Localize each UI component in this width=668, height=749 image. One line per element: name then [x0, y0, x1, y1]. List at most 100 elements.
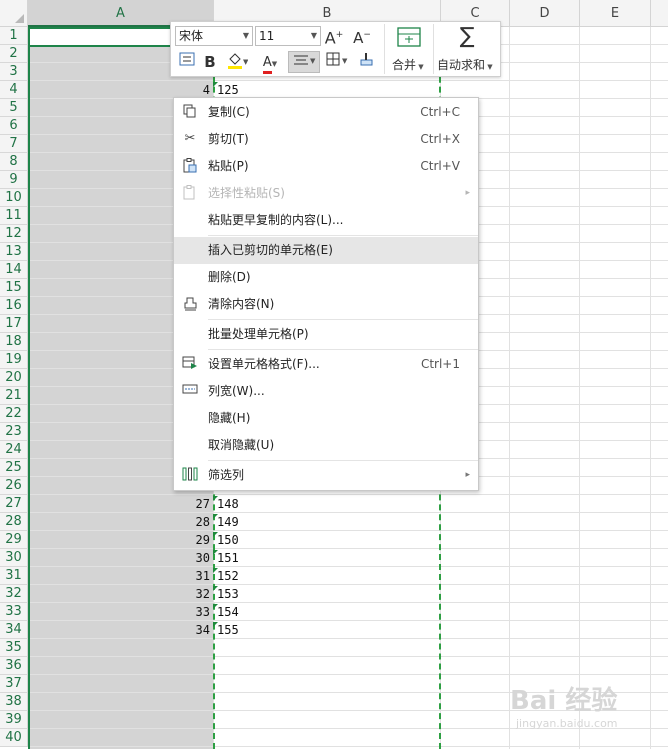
copy-icon — [182, 104, 198, 120]
row-header[interactable]: 26 — [0, 477, 28, 495]
row-header[interactable]: 13 — [0, 243, 28, 261]
menu-item-delete[interactable]: 删除(D) — [174, 264, 478, 291]
cell-b-value[interactable]: 154 — [217, 603, 239, 621]
row-header[interactable]: 6 — [0, 117, 28, 135]
row-header[interactable]: 38 — [0, 693, 28, 711]
grow-font-icon: A — [324, 28, 336, 48]
row-header[interactable]: 5 — [0, 99, 28, 117]
cell-b-value[interactable]: 149 — [217, 513, 239, 531]
font-color-button[interactable]: A▼ — [256, 51, 284, 74]
row-header[interactable]: 3 — [0, 63, 28, 81]
column-header-e[interactable]: E — [580, 0, 651, 27]
align-button[interactable]: ▼ — [288, 51, 320, 73]
row-header[interactable]: 23 — [0, 423, 28, 441]
menu-item-format-cells[interactable]: 设置单元格格式(F)... Ctrl+1 — [174, 351, 478, 378]
row-header[interactable]: 29 — [0, 531, 28, 549]
row-header[interactable]: 31 — [0, 567, 28, 585]
row-header[interactable]: 8 — [0, 153, 28, 171]
cell-a-value[interactable]: 28 — [28, 513, 210, 531]
row-header[interactable]: 33 — [0, 603, 28, 621]
grid-vline — [579, 27, 580, 749]
column-width-icon — [182, 383, 198, 399]
row-header[interactable]: 35 — [0, 639, 28, 657]
toolbar-separator — [384, 24, 385, 74]
row-header[interactable]: 10 — [0, 189, 28, 207]
menu-item-cut[interactable]: ✂ 剪切(T) Ctrl+X — [174, 126, 478, 153]
menu-item-copy[interactable]: 复制(C) Ctrl+C — [174, 99, 478, 126]
chevron-right-icon: ▸ — [465, 188, 470, 198]
font-size-select[interactable]: 11 ▼ — [255, 26, 321, 46]
row-header[interactable]: 9 — [0, 171, 28, 189]
row-header[interactable]: 12 — [0, 225, 28, 243]
chevron-down-icon: ▼ — [271, 60, 278, 68]
cell-a-value[interactable]: 27 — [28, 495, 210, 513]
row-header[interactable]: 32 — [0, 585, 28, 603]
row-header[interactable]: 20 — [0, 369, 28, 387]
cell-a-value[interactable]: 30 — [28, 549, 210, 567]
grid-vline — [650, 27, 651, 749]
cell-b-value[interactable]: 155 — [217, 621, 239, 639]
row-header[interactable]: 39 — [0, 711, 28, 729]
row-header[interactable]: 36 — [0, 657, 28, 675]
row-header[interactable]: 2 — [0, 45, 28, 63]
menu-item-label: 隐藏(H) — [208, 411, 251, 425]
column-header-d[interactable]: D — [510, 0, 580, 27]
row-header[interactable]: 1 — [0, 27, 28, 45]
row-header[interactable]: 28 — [0, 513, 28, 531]
watermark-text: Bai 经验 — [510, 686, 618, 716]
row-header[interactable]: 21 — [0, 387, 28, 405]
row-header[interactable]: 37 — [0, 675, 28, 693]
cell-b-value[interactable]: 150 — [217, 531, 239, 549]
font-name-select[interactable]: 宋体 ▼ — [175, 26, 253, 46]
cell-a-value[interactable]: 31 — [28, 567, 210, 585]
row-header[interactable]: 15 — [0, 279, 28, 297]
menu-separator — [208, 319, 478, 320]
menu-item-insert-cut-cells[interactable]: 插入已剪切的单元格(E) — [174, 237, 478, 264]
cell-b-value[interactable]: 148 — [217, 495, 239, 513]
cell-a-value[interactable]: 29 — [28, 531, 210, 549]
autosum-button[interactable]: ∑ 自动求和 ▼ — [435, 24, 499, 74]
menu-item-unhide[interactable]: 取消隐藏(U) — [174, 432, 478, 459]
menu-item-paste-earlier[interactable]: 粘贴更早复制的内容(L)... — [174, 207, 478, 234]
menu-item-label: 删除(D) — [208, 270, 251, 284]
borders-button[interactable]: ▼ — [323, 51, 353, 73]
align-center-icon: ▼ — [294, 55, 316, 65]
menu-item-batch-process[interactable]: 批量处理单元格(P) — [174, 321, 478, 348]
menu-item-shortcut: Ctrl+C — [420, 105, 460, 119]
select-all-corner[interactable] — [0, 0, 28, 27]
column-header-f[interactable] — [651, 0, 668, 27]
row-header[interactable]: 40 — [0, 729, 28, 747]
menu-item-paste[interactable]: 粘贴(P) Ctrl+V — [174, 153, 478, 180]
row-header[interactable]: 18 — [0, 333, 28, 351]
cell-a-value[interactable]: 32 — [28, 585, 210, 603]
grow-font-button[interactable]: A+ — [324, 24, 344, 48]
row-header[interactable]: 19 — [0, 351, 28, 369]
row-header[interactable]: 17 — [0, 315, 28, 333]
cell-b-value[interactable]: 153 — [217, 585, 239, 603]
cell-b-value[interactable]: 151 — [217, 549, 239, 567]
row-header[interactable]: 7 — [0, 135, 28, 153]
menu-item-clear-contents[interactable]: 清除内容(N) — [174, 291, 478, 318]
cell-b-value[interactable]: 152 — [217, 567, 239, 585]
shrink-font-button[interactable]: A− — [352, 24, 372, 47]
merge-button[interactable]: 合并 ▼ — [389, 24, 429, 74]
row-header[interactable]: 34 — [0, 621, 28, 639]
row-header[interactable]: 30 — [0, 549, 28, 567]
menu-item-filter-column[interactable]: 筛选列 ▸ — [174, 462, 478, 489]
row-header[interactable]: 4 — [0, 81, 28, 99]
row-header[interactable]: 14 — [0, 261, 28, 279]
menu-item-column-width[interactable]: 列宽(W)... — [174, 378, 478, 405]
row-header[interactable]: 24 — [0, 441, 28, 459]
row-header[interactable]: 16 — [0, 297, 28, 315]
cell-a-value[interactable]: 33 — [28, 603, 210, 621]
bold-button[interactable]: B — [201, 51, 219, 73]
fill-color-button[interactable]: ▼ — [223, 51, 251, 73]
menu-item-hide[interactable]: 隐藏(H) — [174, 405, 478, 432]
cell-a-value[interactable]: 34 — [28, 621, 210, 639]
row-header[interactable]: 11 — [0, 207, 28, 225]
row-header[interactable]: 27 — [0, 495, 28, 513]
wrap-text-button[interactable] — [176, 51, 198, 73]
row-header[interactable]: 25 — [0, 459, 28, 477]
format-painter-button[interactable] — [355, 51, 377, 73]
row-header[interactable]: 22 — [0, 405, 28, 423]
